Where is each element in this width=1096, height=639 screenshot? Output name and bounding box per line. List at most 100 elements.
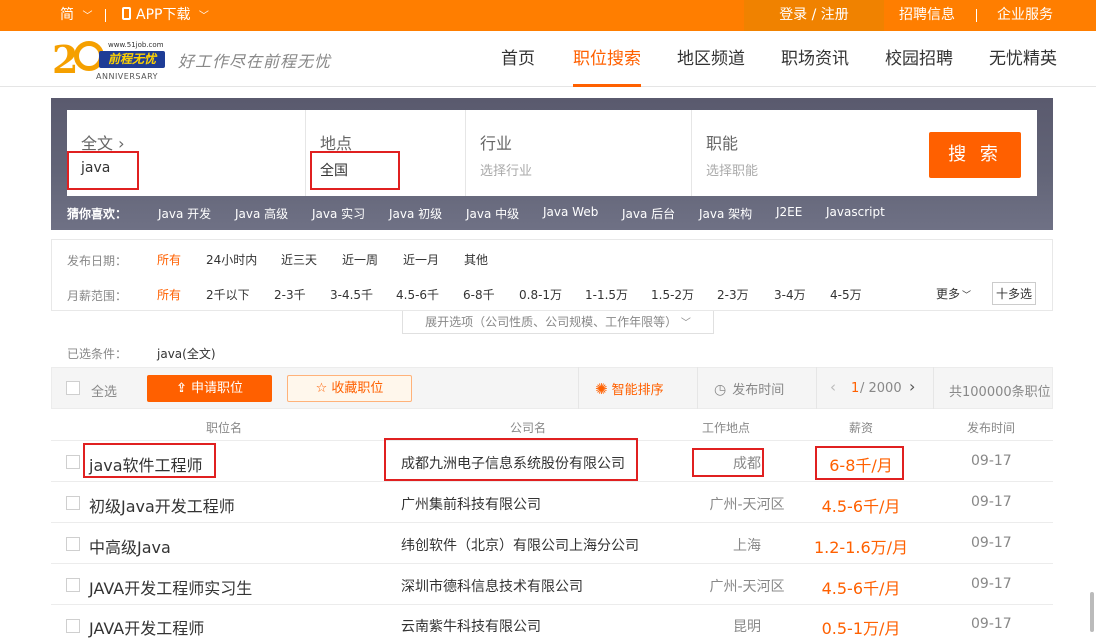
date-option[interactable]: 近一月 [403, 251, 439, 268]
col-header-salary: 薪资 [849, 421, 874, 435]
function-label: 职能 [706, 134, 739, 153]
recruit-info-link[interactable]: 招聘信息 [899, 0, 955, 31]
favorite-job-button[interactable]: ☆ 收藏职位 [287, 375, 412, 402]
function-field[interactable]: 职能 选择职能 [692, 110, 912, 196]
guess-item[interactable]: Java Web [543, 205, 598, 219]
phone-icon [122, 7, 131, 20]
chevron-down-icon: ﹀ [962, 291, 972, 301]
company-link[interactable]: 深圳市德科信息技术有限公司 [401, 576, 583, 596]
salary-option[interactable]: 2-3万 [717, 286, 749, 303]
salary-option[interactable]: 4-5万 [830, 286, 862, 303]
guess-item[interactable]: Java 初级 [389, 205, 442, 222]
table-row[interactable]: JAVA开发工程师 云南紫牛科技有限公司 昆明 0.5-1万/月 09-17 [51, 605, 1053, 638]
company-link[interactable]: 广州集前科技有限公司 [401, 494, 541, 514]
company-link[interactable]: 云南紫牛科技有限公司 [401, 616, 541, 636]
guess-item[interactable]: J2EE [776, 205, 802, 219]
salary-option[interactable]: 0.8-1万 [519, 286, 562, 303]
guess-item[interactable]: Java 高级 [235, 205, 288, 222]
industry-select[interactable]: 选择行业 [480, 160, 532, 179]
salary-option[interactable]: 4.5-6千 [396, 286, 439, 303]
salary-option[interactable]: 2千以下 [206, 286, 250, 303]
smart-sort-button[interactable]: ✺ 智能排序 [595, 379, 664, 398]
scrollbar[interactable] [1090, 592, 1094, 632]
chevron-down-icon: ﹀ [680, 318, 691, 329]
next-page-icon[interactable]: › [909, 377, 915, 396]
table-row[interactable]: 中高级Java 纬创软件（北京）有限公司上海分公司 上海 1.2-1.6万/月 … [51, 523, 1053, 564]
date-option[interactable]: 所有 [157, 251, 181, 268]
table-row[interactable]: 初级Java开发工程师 广州集前科技有限公司 广州-天河区 4.5-6千/月 0… [51, 482, 1053, 523]
date-option[interactable]: 其他 [464, 251, 488, 268]
row-checkbox[interactable] [66, 496, 80, 510]
prev-page-icon[interactable]: ‹ [830, 378, 836, 396]
industry-field[interactable]: 行业 选择行业 [466, 110, 691, 196]
col-header-location: 工作地点 [702, 421, 751, 435]
multi-select-button[interactable]: 十多选 [992, 282, 1037, 305]
row-checkbox[interactable] [66, 537, 80, 551]
logo-anniversary: ANNIVERSARY [96, 72, 159, 81]
job-location: 昆明 [733, 619, 761, 635]
highlight-box [310, 151, 400, 190]
date-option[interactable]: 近一周 [342, 251, 378, 268]
recruit-info-label: 招聘信息 [899, 7, 955, 23]
job-title-link[interactable]: JAVA开发工程师 [89, 615, 204, 639]
row-checkbox[interactable] [66, 455, 80, 469]
app-download-label: APP下载 [136, 7, 191, 23]
salary-option[interactable]: 1.5-2万 [651, 286, 694, 303]
selected-label: 已选条件： [67, 347, 128, 361]
clock-icon: ◷ [714, 382, 727, 398]
salary-option[interactable]: 3-4.5千 [330, 286, 373, 303]
job-salary: 4.5-6千/月 [821, 497, 901, 516]
salary-option[interactable]: 1-1.5万 [585, 286, 628, 303]
more-options-button[interactable]: 更多 ﹀ [936, 285, 971, 302]
salary-option[interactable]: 所有 [157, 286, 181, 303]
guess-item[interactable]: Java 架构 [699, 205, 752, 222]
nav-region-channel[interactable]: 地区频道 [677, 31, 745, 87]
company-link[interactable]: 纬创软件（北京）有限公司上海分公司 [401, 535, 639, 555]
date-option[interactable]: 24小时内 [206, 251, 257, 268]
nav-elite[interactable]: 无忧精英 [989, 31, 1057, 87]
job-location: 广州-天河区 [709, 579, 785, 595]
date-filter-label: 发布日期： [67, 254, 128, 268]
job-title-link[interactable]: JAVA开发工程师实习生 [89, 575, 252, 599]
job-title-link[interactable]: 中高级Java [89, 534, 171, 558]
expand-options-button[interactable]: 展开选项（公司性质、公司规模、工作年限等） ﹀ [402, 311, 714, 334]
row-checkbox[interactable] [66, 619, 80, 633]
row-checkbox[interactable] [66, 578, 80, 592]
selected-condition[interactable]: java(全文) [157, 345, 216, 362]
nav-campus-recruit[interactable]: 校园招聘 [885, 31, 953, 87]
select-all-checkbox[interactable] [66, 381, 80, 395]
guess-item[interactable]: Java 后台 [622, 205, 675, 222]
time-sort-button[interactable]: ◷ 发布时间 [714, 379, 784, 398]
nav-career-news[interactable]: 职场资讯 [781, 31, 849, 87]
salary-option[interactable]: 6-8千 [463, 286, 495, 303]
apply-job-button[interactable]: ⇪ 申请职位 [147, 375, 272, 402]
nav-job-search[interactable]: 职位搜索 [573, 31, 641, 87]
job-title-link[interactable]: 初级Java开发工程师 [89, 493, 235, 517]
industry-label: 行业 [480, 134, 513, 153]
salary-option[interactable]: 2-3千 [274, 286, 306, 303]
guess-item[interactable]: Javascript [826, 205, 885, 219]
salary-option[interactable]: 3-4万 [774, 286, 806, 303]
guess-item[interactable]: Java 开发 [158, 205, 211, 222]
job-date: 09-17 [971, 494, 1012, 510]
search-button[interactable]: 搜 索 [929, 132, 1021, 178]
guess-item[interactable]: Java 中级 [466, 205, 519, 222]
login-register-link[interactable]: 登录 / 注册 [744, 0, 884, 31]
language-switch[interactable]: 简 ﹀ [60, 0, 92, 31]
enterprise-service-link[interactable]: 企业服务 [997, 0, 1053, 31]
more-label: 更多 [936, 287, 961, 301]
app-download-link[interactable]: APP下载 ﹀ [122, 0, 209, 31]
select-all-label: 全选 [91, 385, 118, 400]
job-date: 09-17 [971, 453, 1012, 469]
guess-label: 猜你喜欢： [67, 207, 128, 221]
table-row[interactable]: JAVA开发工程师实习生 深圳市德科信息技术有限公司 广州-天河区 4.5-6千… [51, 564, 1053, 605]
date-option[interactable]: 近三天 [281, 251, 317, 268]
logo[interactable]: 2 www.51job.com 前程无忧 ANNIVERSARY [52, 37, 172, 83]
function-select[interactable]: 选择职能 [706, 160, 758, 179]
job-salary: 1.2-1.6万/月 [813, 538, 909, 557]
nav-home[interactable]: 首页 [501, 31, 535, 87]
guess-item[interactable]: Java 实习 [312, 205, 365, 222]
divider [578, 367, 579, 409]
language-label: 简 [60, 7, 74, 23]
divider [976, 9, 977, 22]
